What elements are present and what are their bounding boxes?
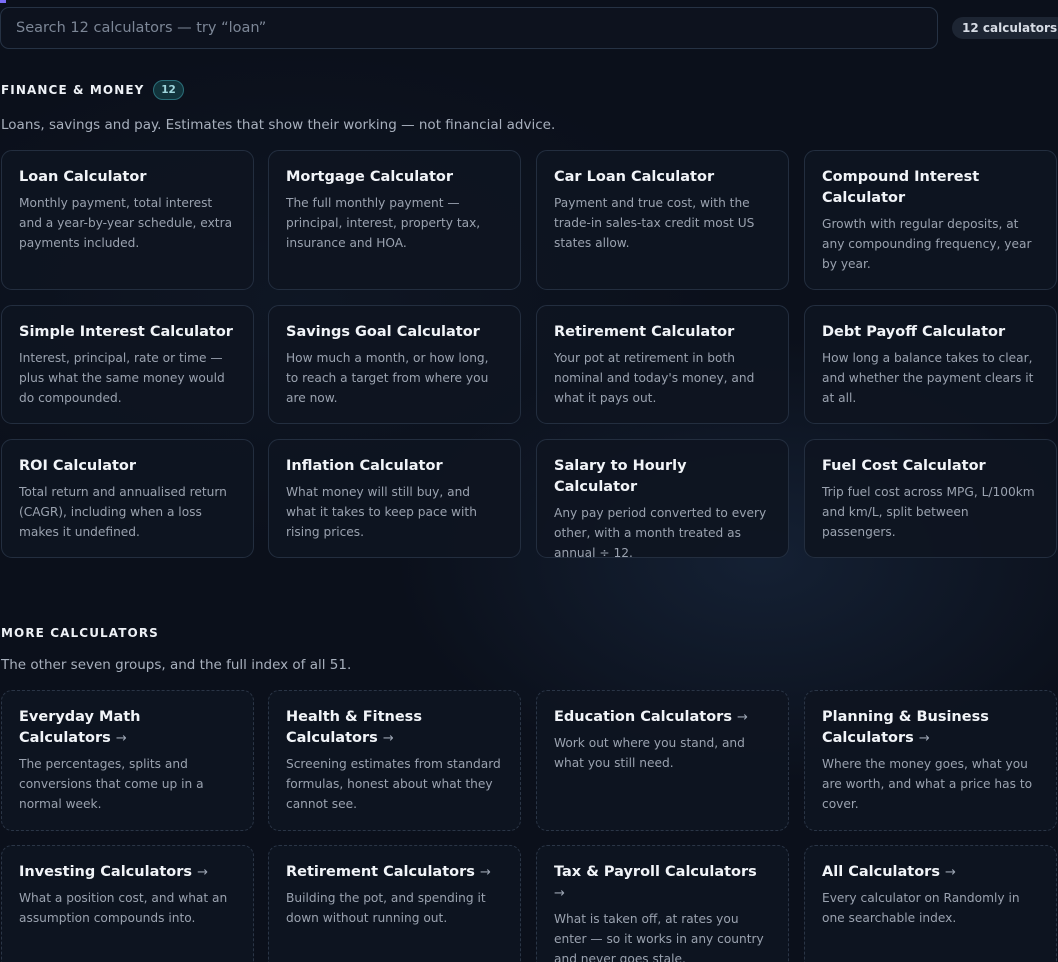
card-fuel-cost-calculator[interactable]: Fuel Cost Calculator Trip fuel cost acro… — [804, 439, 1057, 558]
more-section-heading: MORE CALCULATORS — [1, 626, 159, 640]
card-mortgage-calculator[interactable]: Mortgage Calculator The full monthly pay… — [268, 150, 521, 290]
card-inflation-calculator[interactable]: Inflation Calculator What money will sti… — [268, 439, 521, 558]
card-title: All Calculators → — [822, 864, 956, 880]
arrow-right-icon: → — [918, 731, 930, 746]
card-education-calculators[interactable]: Education Calculators → Work out where y… — [536, 690, 789, 831]
card-title: Fuel Cost Calculator — [822, 458, 986, 474]
card-title: Planning & Business Calculators → — [822, 709, 989, 746]
card-title: Car Loan Calculator — [554, 169, 715, 185]
card-all-calculators[interactable]: All Calculators → Every calculator on Ra… — [804, 845, 1057, 962]
card-title: Health & Fitness Calculators → — [286, 709, 422, 746]
card-tax-payroll-calculators[interactable]: Tax & Payroll Calculators → What is take… — [536, 845, 789, 962]
more-section-description: The other seven groups, and the full ind… — [1, 657, 352, 673]
calculator-count-badge: 12 calculators — [952, 17, 1058, 39]
card-compound-interest-calculator[interactable]: Compound Interest Calculator Growth with… — [804, 150, 1057, 290]
card-description: Any pay period converted to every other,… — [554, 506, 767, 560]
card-retirement-calculators[interactable]: Retirement Calculators → Building the po… — [268, 845, 521, 962]
arrow-right-icon: → — [197, 865, 208, 880]
card-description: Every calculator on Randomly in one sear… — [822, 891, 1020, 925]
card-title: Education Calculators → — [554, 709, 748, 725]
search-row: 12 calculators — [0, 7, 1058, 51]
card-savings-goal-calculator[interactable]: Savings Goal Calculator How much a month… — [268, 305, 521, 424]
page: 12 calculators FINANCE & MONEY 12 Loans,… — [0, 0, 1058, 962]
arrow-right-icon: → — [945, 865, 956, 880]
card-title: Debt Payoff Calculator — [822, 324, 1006, 340]
arrow-right-icon: → — [479, 865, 491, 880]
card-description: Where the money goes, what you are worth… — [822, 757, 1033, 811]
card-description: Screening estimates from standard formul… — [286, 757, 501, 811]
card-title: Savings Goal Calculator — [286, 324, 480, 340]
card-title: Investing Calculators → — [19, 864, 208, 880]
card-title: Salary to Hourly Calculator — [554, 458, 687, 495]
card-retirement-calculator[interactable]: Retirement Calculator Your pot at retire… — [536, 305, 789, 424]
search-box[interactable] — [0, 7, 938, 49]
card-description: Work out where you stand, and what you s… — [554, 736, 745, 770]
card-title: Everyday Math Calculators → — [19, 709, 141, 746]
card-title: Simple Interest Calculator — [19, 324, 233, 340]
card-loan-calculator[interactable]: Loan Calculator Monthly payment, total i… — [1, 150, 254, 290]
card-description: Your pot at retirement in both nominal a… — [554, 351, 755, 405]
search-input[interactable] — [1, 8, 937, 48]
card-description: The full monthly payment — principal, in… — [286, 196, 481, 250]
card-debt-payoff-calculator[interactable]: Debt Payoff Calculator How long a balanc… — [804, 305, 1057, 424]
card-roi-calculator[interactable]: ROI Calculator Total return and annualis… — [1, 439, 254, 558]
card-description: Payment and true cost, with the trade-in… — [554, 196, 755, 250]
card-description: What a position cost, and what an assump… — [19, 891, 228, 925]
top-accent-bar — [0, 0, 6, 3]
card-title: Inflation Calculator — [286, 458, 443, 474]
card-description: Interest, principal, rate or time — plus… — [19, 351, 225, 405]
card-description: What money will still buy, and what it t… — [286, 485, 477, 539]
finance-section-description: Loans, savings and pay. Estimates that s… — [1, 117, 556, 133]
card-description: How much a month, or how long, to reach … — [286, 351, 489, 405]
finance-section-heading: FINANCE & MONEY — [1, 83, 145, 97]
card-title: Compound Interest Calculator — [822, 169, 980, 206]
card-title: Retirement Calculators → — [286, 864, 491, 880]
card-planning-business-calculators[interactable]: Planning & Business Calculators → Where … — [804, 690, 1057, 831]
card-simple-interest-calculator[interactable]: Simple Interest Calculator Interest, pri… — [1, 305, 254, 424]
arrow-right-icon: → — [737, 710, 748, 725]
arrow-right-icon: → — [382, 731, 394, 746]
card-salary-to-hourly-calculator[interactable]: Salary to Hourly Calculator Any pay peri… — [536, 439, 789, 560]
card-description: How long a balance takes to clear, and w… — [822, 351, 1034, 405]
card-description: Building the pot, and spending it down w… — [286, 891, 486, 925]
arrow-right-icon: → — [115, 731, 127, 746]
card-title: Mortgage Calculator — [286, 169, 454, 185]
card-description: The percentages, splits and conversions … — [19, 757, 204, 811]
finance-count-badge: 12 — [153, 80, 184, 100]
card-investing-calculators[interactable]: Investing Calculators → What a position … — [1, 845, 254, 962]
card-title: Tax & Payroll Calculators → — [554, 864, 757, 901]
card-description: Growth with regular deposits, at any com… — [822, 217, 1032, 271]
card-description: Total return and annualised return (CAGR… — [19, 485, 227, 539]
card-title: Loan Calculator — [19, 169, 147, 185]
card-title: Retirement Calculator — [554, 324, 735, 340]
card-description: Monthly payment, total interest and a ye… — [19, 196, 233, 250]
card-health-fitness-calculators[interactable]: Health & Fitness Calculators → Screening… — [268, 690, 521, 831]
card-car-loan-calculator[interactable]: Car Loan Calculator Payment and true cos… — [536, 150, 789, 290]
card-description: Trip fuel cost across MPG, L/100km and k… — [822, 485, 1035, 539]
card-description: What is taken off, at rates you enter — … — [554, 912, 764, 962]
card-title: ROI Calculator — [19, 458, 137, 474]
card-everyday-math-calculators[interactable]: Everyday Math Calculators → The percenta… — [1, 690, 254, 831]
arrow-right-icon: → — [554, 886, 565, 901]
